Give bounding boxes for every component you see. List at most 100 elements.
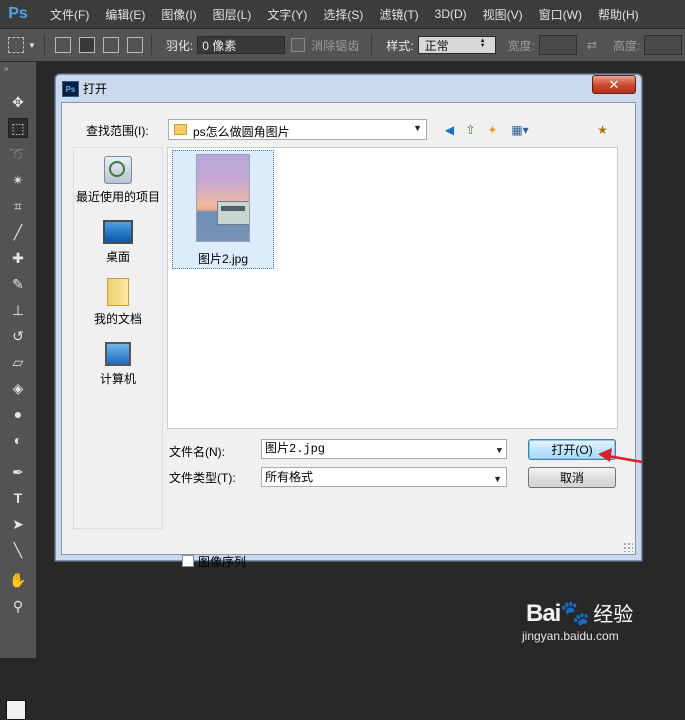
clone-stamp-tool-icon[interactable]: ⊥ [8, 300, 28, 320]
paint-bucket-tool-icon[interactable]: ◈ [8, 378, 28, 398]
menu-layer[interactable]: 图层(L) [205, 6, 260, 23]
height-label: 高度: [613, 38, 641, 53]
height-input[interactable] [644, 35, 683, 55]
watermark-url: jingyan.baidu.com [522, 629, 619, 643]
jingyan-text: 经验 [593, 604, 634, 626]
back-icon[interactable]: ◀ [441, 121, 458, 138]
place-my-documents[interactable]: 我的文档 [74, 278, 162, 327]
place-desktop[interactable]: 桌面 [74, 220, 162, 265]
dialog-body: 查找范围(I): ps怎么做圆角图片 ▼ ◀ ⇧ ✦ ▦▾ ★ 最近使用的项目 … [61, 102, 636, 569]
file-list[interactable]: 图片2.jpg [167, 147, 618, 429]
move-tool-icon[interactable]: ✥ [8, 92, 28, 112]
dialog-titlebar[interactable]: Ps 打开 ✕ [55, 74, 642, 102]
red-arrow-icon [598, 448, 643, 464]
menu-window[interactable]: 窗口(W) [531, 6, 590, 23]
image-sequence-checkbox[interactable] [182, 555, 194, 567]
add-selection-icon[interactable] [78, 37, 95, 53]
close-button[interactable]: ✕ [592, 75, 636, 94]
antialias-checkbox[interactable] [291, 38, 306, 52]
chevron-down-icon[interactable]: ▼ [413, 123, 422, 133]
photoshop-app-icon: Ps [62, 81, 79, 97]
swap-dimensions-icon[interactable]: ⇄ [587, 38, 597, 52]
chevron-down-icon[interactable]: ▼ [497, 442, 502, 460]
line-tool-icon[interactable]: ╲ [8, 540, 28, 560]
new-folder-icon[interactable]: ✦ [484, 121, 501, 138]
place-label: 桌面 [105, 250, 130, 264]
style-label: 样式: [386, 38, 414, 53]
menu-help[interactable]: 帮助(H) [590, 6, 647, 23]
menu-select[interactable]: 选择(S) [315, 6, 371, 23]
toolbox: » ✥ ⬚ ➰ ✴ ⌗ ╱ ✚ ✎ ⊥ ↺ ▱ ◈ ● ◐ ✒ T ➤ ╲ ✋ … [0, 62, 37, 720]
filename-label: 文件名(N): [169, 445, 225, 459]
eyedropper-tool-icon[interactable]: ╱ [8, 222, 28, 242]
filetype-label: 文件类型(T): [169, 471, 236, 485]
place-label: 计算机 [99, 372, 136, 386]
baidu-logo-text: Bai [526, 600, 561, 627]
filename-input[interactable]: 图片2.jpg [265, 442, 325, 456]
subtract-selection-icon[interactable] [102, 37, 119, 53]
filetype-value: 所有格式 [265, 470, 314, 484]
width-label: 宽度: [507, 38, 535, 53]
tool-preset-chevron-icon[interactable]: ▼ [28, 41, 36, 50]
menu-filter[interactable]: 滤镜(T) [371, 6, 426, 23]
photoshop-logo: Ps [8, 5, 28, 22]
menu-file[interactable]: 文件(F) [42, 6, 97, 23]
filename-combobox[interactable]: 图片2.jpg ▼ [261, 439, 507, 459]
path-selection-tool-icon[interactable]: ➤ [8, 514, 28, 534]
my-documents-icon [107, 278, 129, 306]
image-thumbnail [196, 154, 250, 242]
menu-edit[interactable]: 编辑(E) [97, 6, 153, 23]
zoom-tool-icon[interactable]: ⚲ [8, 596, 28, 616]
magic-wand-tool-icon[interactable]: ✴ [8, 170, 28, 190]
lasso-tool-icon[interactable]: ➰ [8, 144, 28, 164]
place-recent-items[interactable]: 最近使用的项目 [74, 156, 162, 205]
menu-type[interactable]: 文字(Y) [259, 6, 315, 23]
dodge-tool-icon[interactable]: ◐ [8, 430, 28, 450]
menu-bar: Ps 文件(F) 编辑(E) 图像(I) 图层(L) 文字(Y) 选择(S) 滤… [0, 0, 685, 29]
cancel-button[interactable]: 取消 [528, 467, 616, 488]
up-folder-icon[interactable]: ⇧ [462, 121, 479, 138]
eraser-tool-icon[interactable]: ▱ [8, 352, 28, 372]
menu-image[interactable]: 图像(I) [153, 6, 204, 23]
favorites-icon[interactable]: ★ [594, 121, 611, 138]
new-selection-icon[interactable] [54, 37, 71, 53]
healing-brush-tool-icon[interactable]: ✚ [8, 248, 28, 268]
marquee-tool-icon[interactable]: ⬚ [8, 118, 28, 138]
place-label: 我的文档 [93, 312, 142, 326]
antialias-label: 消除锯齿 [311, 38, 360, 53]
options-bar: ▼ 羽化: 0 像素 消除锯齿 样式: 正常 宽度: ⇄ 高度: [0, 29, 685, 62]
type-tool-icon[interactable]: T [8, 488, 28, 508]
intersect-selection-icon[interactable] [126, 37, 143, 53]
width-input[interactable] [538, 35, 577, 55]
baidu-paw-icon: 🐾 [560, 600, 590, 627]
lookin-label: 查找范围(I): [86, 124, 149, 138]
feather-input[interactable]: 0 像素 [197, 36, 286, 54]
rectangular-marquee-icon[interactable] [8, 37, 24, 53]
style-select[interactable]: 正常 [417, 36, 496, 54]
file-item[interactable]: 图片2.jpg [172, 150, 274, 269]
image-sequence-label: 图像序列 [198, 555, 247, 569]
hand-tool-icon[interactable]: ✋ [8, 570, 28, 590]
foreground-color-swatch[interactable] [6, 700, 26, 720]
place-label: 最近使用的项目 [75, 190, 160, 204]
filetype-select[interactable]: 所有格式 ▼ [261, 467, 507, 487]
blur-tool-icon[interactable]: ● [8, 404, 28, 424]
menu-3d[interactable]: 3D(D) [427, 7, 475, 21]
places-bar: 最近使用的项目 桌面 我的文档 计算机 [73, 147, 163, 529]
place-computer[interactable]: 计算机 [74, 342, 162, 387]
open-dialog: Ps 打开 ✕ 查找范围(I): ps怎么做圆角图片 ▼ ◀ ⇧ ✦ ▦▾ ★ … [54, 73, 643, 569]
recent-items-icon [104, 156, 132, 184]
menu-view[interactable]: 视图(V) [475, 6, 531, 23]
view-menu-icon[interactable]: ▦▾ [506, 121, 534, 138]
brush-tool-icon[interactable]: ✎ [8, 274, 28, 294]
computer-icon [105, 342, 131, 366]
feather-label: 羽化: [165, 38, 194, 53]
collapse-toolbox-icon[interactable]: » [4, 64, 8, 73]
desktop-icon [103, 220, 133, 244]
crop-tool-icon[interactable]: ⌗ [8, 196, 28, 216]
pen-tool-icon[interactable]: ✒ [8, 462, 28, 482]
history-brush-tool-icon[interactable]: ↺ [8, 326, 28, 346]
chevron-down-icon[interactable]: ▼ [493, 470, 502, 488]
lookin-combobox[interactable]: ps怎么做圆角图片 ▼ [168, 119, 427, 140]
resize-grip-icon[interactable] [623, 542, 633, 552]
